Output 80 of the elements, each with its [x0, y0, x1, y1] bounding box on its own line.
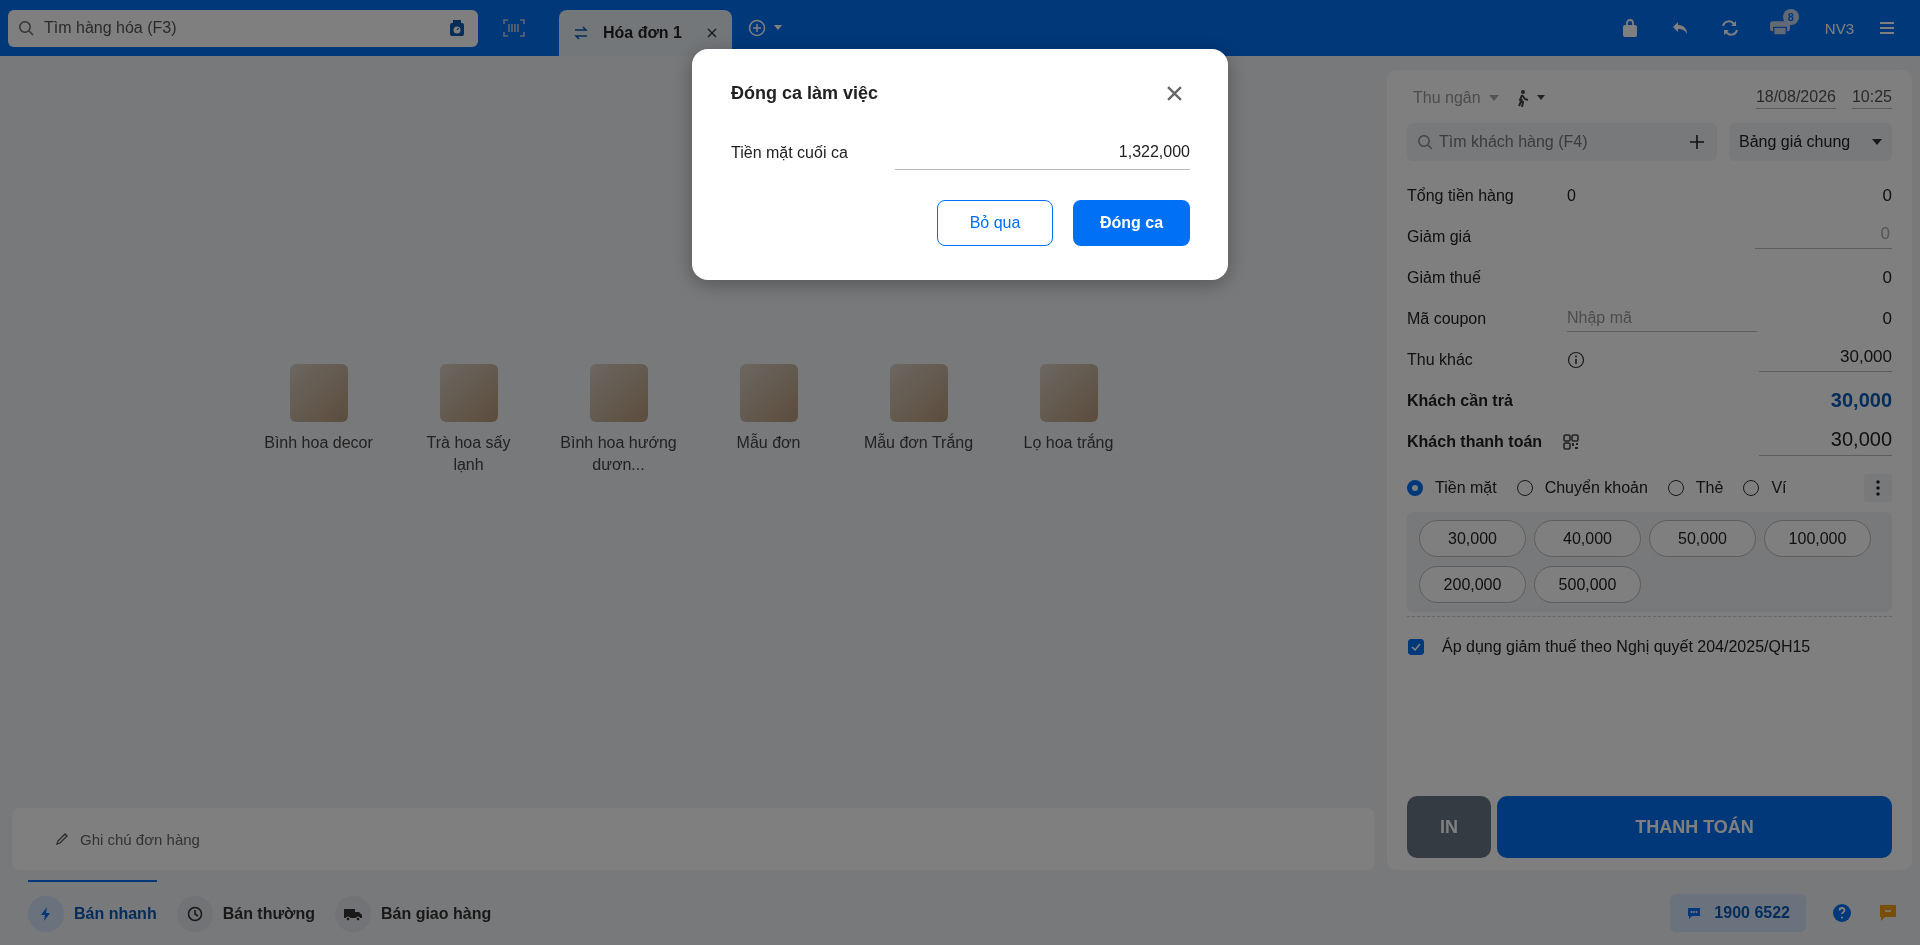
- date-field[interactable]: 18/08/2026: [1755, 87, 1836, 109]
- product-item[interactable]: Bình hoa decor: [248, 364, 389, 484]
- amount-field[interactable]: 30,000: [1759, 347, 1892, 372]
- plus-icon[interactable]: [1689, 134, 1705, 150]
- pay-button[interactable]: THANH TOÁN: [1497, 796, 1892, 858]
- item-count: 0: [1567, 186, 1576, 205]
- payment-method-option[interactable]: Thẻ: [1667, 479, 1724, 497]
- amount-due: 30,000: [1829, 389, 1892, 412]
- invoice-tab[interactable]: Hóa đơn 1: [559, 10, 732, 56]
- info-icon[interactable]: [1567, 350, 1585, 369]
- clock-icon: [186, 905, 203, 922]
- scale-icon[interactable]: [448, 19, 466, 37]
- customer-search-field[interactable]: Tìm khách hàng (F4): [1407, 123, 1717, 161]
- quick-amount-button[interactable]: 40,000: [1534, 520, 1641, 557]
- close-icon[interactable]: [705, 27, 718, 39]
- user-name[interactable]: NV3: [1824, 19, 1854, 37]
- payment-method-option[interactable]: Ví: [1743, 479, 1787, 497]
- product-item[interactable]: Lọ hoa trắng: [998, 364, 1139, 484]
- checkmark-icon: [1411, 643, 1421, 651]
- search-icon: [1417, 134, 1433, 150]
- radio-button[interactable]: [1407, 480, 1423, 496]
- sales-mode-tab[interactable]: Bán nhanh: [28, 880, 157, 945]
- dialog-title: Đóng ca làm việc: [731, 82, 879, 104]
- photo-placeholder: [1039, 364, 1098, 422]
- amount-value: 0: [1881, 267, 1892, 288]
- payment-method-option[interactable]: Tiền mặt: [1407, 479, 1497, 497]
- cancel-button[interactable]: Bỏ qua: [937, 200, 1053, 246]
- search-icon: [18, 20, 34, 36]
- quick-amount-button[interactable]: 50,000: [1649, 520, 1756, 557]
- summary-label: Mã coupon: [1407, 309, 1487, 327]
- order-note-field[interactable]: Ghi chú đơn hàng: [12, 808, 1375, 870]
- quick-amount-button[interactable]: 200,000: [1419, 566, 1526, 603]
- summary-label: Giảm giá: [1407, 227, 1472, 245]
- summary-label: Khách thanh toán: [1407, 432, 1543, 450]
- help-icon[interactable]: [1832, 902, 1852, 923]
- payment-method-option[interactable]: Chuyển khoản: [1516, 479, 1648, 497]
- feedback-icon[interactable]: [1878, 902, 1898, 923]
- photo-placeholder: [889, 364, 948, 422]
- time-field[interactable]: 10:25: [1851, 87, 1892, 109]
- checkbox[interactable]: [1408, 639, 1424, 655]
- tax-reduction-label: Áp dụng giảm thuế theo Nghị quyết 204/2025/QH15: [1442, 638, 1811, 656]
- more-options-button[interactable]: [1864, 474, 1892, 502]
- photo-placeholder: [289, 364, 348, 422]
- photo-placeholder: [439, 364, 498, 422]
- cash-label: Tiền mặt cuối ca: [731, 143, 849, 162]
- qr-code-icon[interactable]: [1563, 433, 1579, 450]
- hotline-button[interactable]: 1900 6522: [1670, 893, 1806, 932]
- close-icon[interactable]: [1167, 85, 1182, 101]
- caret-icon: [1872, 139, 1882, 145]
- quick-amount-button[interactable]: 500,000: [1534, 566, 1641, 603]
- add-tab-icon[interactable]: [747, 19, 784, 37]
- notification-badge: 8: [1782, 9, 1799, 25]
- product-search-field[interactable]: Tìm hàng hóa (F3): [8, 9, 478, 47]
- amount-field[interactable]: 30,000: [1759, 427, 1892, 456]
- swap-icon[interactable]: [1719, 18, 1740, 38]
- summary-label: Thu khác: [1407, 350, 1473, 368]
- barcode-scan-icon[interactable]: [503, 19, 525, 37]
- summary-label: Tổng tiền hàng: [1407, 186, 1514, 204]
- swap-icon: [573, 25, 589, 41]
- product-item[interactable]: Trà hoa sấy lạnh: [398, 364, 539, 484]
- printer-icon[interactable]: [1769, 21, 1790, 35]
- product-item[interactable]: Mẫu đơn: [698, 364, 839, 484]
- amount-value: 0: [1881, 185, 1892, 206]
- sales-mode-tab[interactable]: Bán thường: [176, 880, 315, 945]
- amount-value: 0: [1881, 308, 1892, 329]
- quick-amount-button[interactable]: 30,000: [1419, 520, 1526, 557]
- product-item[interactable]: Bình hoa hướng dươn...: [548, 364, 689, 484]
- close-shift-button[interactable]: Đóng ca: [1073, 200, 1190, 246]
- photo-placeholder: [589, 364, 648, 422]
- photo-placeholder: [739, 364, 798, 422]
- more-vertical-icon: [1876, 480, 1880, 496]
- quick-amount-button[interactable]: 100,000: [1764, 520, 1871, 557]
- print-button[interactable]: IN: [1407, 796, 1491, 858]
- product-item[interactable]: Mẫu đơn Trắng: [848, 364, 989, 484]
- summary-label: Giảm thuế: [1407, 268, 1481, 286]
- sales-mode-tab[interactable]: Bán giao hàng: [334, 880, 492, 945]
- summary-label: Khách cần trả: [1407, 391, 1513, 409]
- caret-icon: [1488, 95, 1499, 101]
- price-list-dropdown[interactable]: Bảng giá chung: [1729, 123, 1892, 161]
- pencil-icon: [54, 831, 70, 847]
